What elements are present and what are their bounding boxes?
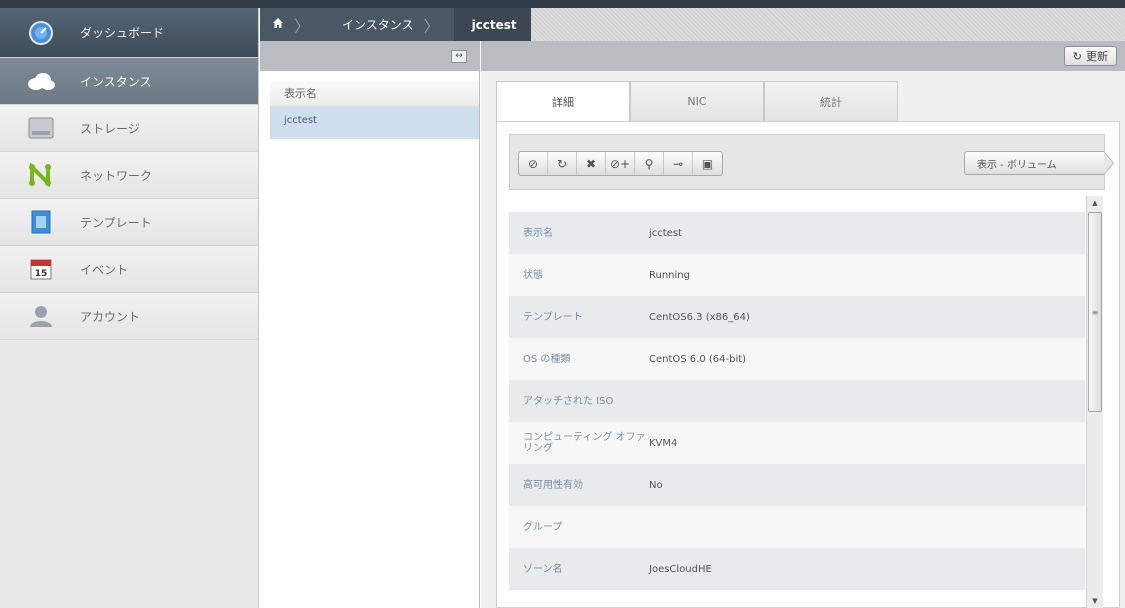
detail-row: 状態 Running (509, 254, 1085, 296)
view-volumes-button[interactable]: 表示 - ボリューム (964, 151, 1114, 175)
sidebar-item-instances[interactable]: インスタンス (0, 58, 258, 105)
breadcrumb: 〉 インスタンス 〉 jcctest (260, 8, 1125, 41)
breadcrumb-label: jcctest (471, 17, 517, 32)
breadcrumb-home[interactable]: 〉 (260, 8, 325, 41)
migrate-icon[interactable]: ⊸ (664, 152, 693, 175)
detail-value: CentOS6.3 (x86_64) (649, 311, 750, 323)
tab-content: ⊘ ↻ ✖ ⊘+ ⚲ ⊸ ▣ 表示 - ボリューム 表示名 jcctest 状態 R… (496, 121, 1120, 608)
calendar-icon: 15 (26, 256, 56, 282)
details-scrollbar[interactable]: ▲ ≡ ▼ (1086, 196, 1103, 608)
sidebar-item-label: ストレージ (80, 121, 140, 136)
list-item[interactable]: jcctest (270, 107, 479, 139)
console-icon[interactable]: ▣ (693, 152, 722, 175)
chevron-right-icon: 〉 (294, 16, 311, 36)
sidebar-item-storage[interactable]: ストレージ (0, 105, 258, 152)
breadcrumb-instances[interactable]: インスタンス 〉 (324, 8, 454, 41)
instance-list-panel: ↔ 表示名 jcctest (260, 41, 480, 608)
detail-key: コンピューティング オファリング (523, 432, 646, 454)
sidebar-item-templates[interactable]: テンプレート (0, 199, 258, 246)
detail-panel: ↻ 更新 詳細 NIC 統計 ⊘ ↻ ✖ ⊘+ ⚲ ⊸ ▣ 表示 - ボリューム (481, 41, 1125, 608)
tab-details[interactable]: 詳細 (496, 81, 630, 122)
refresh-button[interactable]: ↻ 更新 (1063, 46, 1117, 66)
details-table: 表示名 jcctest 状態 Running テンプレート CentOS6.3 (x8… (509, 212, 1085, 590)
disk-icon (26, 115, 56, 141)
scroll-down-icon[interactable]: ▼ (1087, 594, 1103, 608)
scroll-thumb[interactable]: ≡ (1088, 212, 1102, 412)
sidebar-item-label: テンプレート (80, 215, 152, 230)
cloud-icon (26, 68, 56, 94)
user-icon (26, 303, 56, 329)
detail-key: グループ (523, 521, 563, 533)
detail-key: 状態 (523, 269, 543, 281)
sidebar-item-label: インスタンス (80, 74, 152, 89)
detail-row: コンピューティング オファリング KVM4 (509, 422, 1085, 464)
template-icon (26, 209, 56, 235)
detail-row: テンプレート CentOS6.3 (x86_64) (509, 296, 1085, 338)
detail-key: テンプレート (523, 311, 583, 323)
list-toolbar: ↔ (260, 41, 479, 71)
destroy-icon[interactable]: ✖ (577, 152, 606, 175)
detail-row: 高可用性有効 No (509, 464, 1085, 506)
detail-value: KVM4 (649, 437, 678, 449)
sidebar: ダッシュボード インスタンス ストレージ ネットワーク テンプレート 15 イベ… (0, 8, 259, 608)
detail-key: 高可用性有効 (523, 479, 583, 491)
detail-toolbar: ↻ 更新 (481, 41, 1125, 71)
action-button-group: ⊘ ↻ ✖ ⊘+ ⚲ ⊸ ▣ (518, 151, 723, 176)
detail-key: ゾーン名 (523, 563, 563, 575)
expand-icon[interactable]: ↔ (451, 49, 467, 63)
refresh-icon: ↻ (1072, 49, 1082, 63)
reboot-icon[interactable]: ↻ (548, 152, 577, 175)
actions-bar: ⊘ ↻ ✖ ⊘+ ⚲ ⊸ ▣ 表示 - ボリューム (509, 134, 1114, 190)
detail-row: アタッチされた ISO (509, 380, 1085, 422)
view-volumes-label: 表示 - ボリューム (977, 159, 1057, 171)
detail-row: ゾーン名 JoesCloudHE (509, 548, 1085, 590)
detail-key: OS の種類 (523, 353, 571, 365)
home-icon (272, 17, 284, 32)
svg-text:15: 15 (35, 269, 48, 279)
detail-value: No (649, 479, 663, 491)
detail-key: 表示名 (523, 227, 553, 239)
detail-row: グループ (509, 506, 1085, 548)
tab-bar: 詳細 NIC 統計 (496, 81, 898, 122)
sidebar-item-dashboard[interactable]: ダッシュボード (0, 8, 258, 58)
sidebar-item-network[interactable]: ネットワーク (0, 152, 258, 199)
network-icon (26, 162, 56, 188)
detail-value: Running (649, 269, 690, 281)
sidebar-item-label: ネットワーク (80, 168, 153, 183)
detail-value: JoesCloudHE (649, 563, 712, 575)
sidebar-item-accounts[interactable]: アカウント (0, 293, 258, 340)
list-column-header[interactable]: 表示名 (270, 81, 479, 107)
detail-value: jcctest (649, 227, 682, 239)
sidebar-item-events[interactable]: 15 イベント (0, 246, 258, 293)
breadcrumb-current[interactable]: jcctest (453, 8, 531, 41)
attach-iso-icon[interactable]: ⊘+ (606, 152, 635, 175)
detail-row: 表示名 jcctest (509, 212, 1085, 254)
scroll-up-icon[interactable]: ▲ (1087, 196, 1103, 210)
tab-nic[interactable]: NIC (630, 81, 764, 121)
detail-value: CentOS 6.0 (64-bit) (649, 353, 747, 365)
chevron-right-icon: 〉 (423, 16, 440, 36)
sidebar-item-label: アカウント (80, 309, 141, 324)
refresh-label: 更新 (1086, 50, 1108, 63)
dashboard-icon (26, 20, 56, 46)
detail-key: アタッチされた ISO (523, 395, 614, 407)
detail-row: OS の種類 CentOS 6.0 (64-bit) (509, 338, 1085, 380)
sidebar-item-label: イベント (80, 262, 129, 277)
stop-icon[interactable]: ⊘ (519, 152, 548, 175)
tab-statistics[interactable]: 統計 (764, 81, 898, 121)
breadcrumb-label: インスタンス (342, 18, 414, 32)
reset-password-icon[interactable]: ⚲ (635, 152, 664, 175)
sidebar-item-label: ダッシュボード (80, 26, 165, 40)
arrow-shape-inner (1104, 152, 1113, 174)
top-strip (0, 0, 1125, 8)
